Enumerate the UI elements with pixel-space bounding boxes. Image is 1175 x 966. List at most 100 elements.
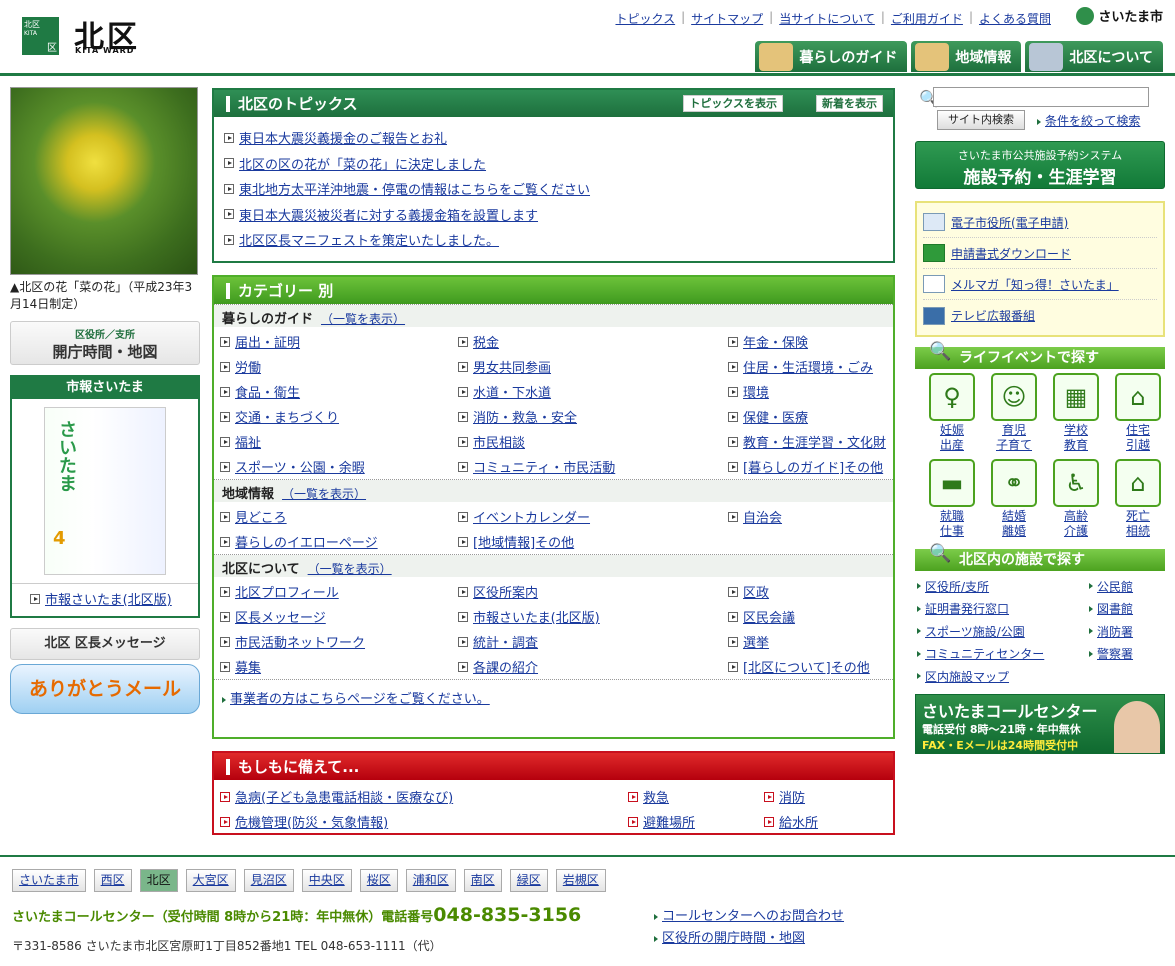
category-link[interactable]: 各課の紹介 <box>458 654 728 679</box>
category-link[interactable]: スポーツ・公園・余暇 <box>220 454 458 479</box>
ward-tab[interactable]: 西区 <box>93 869 132 892</box>
office-hours-button[interactable]: 区役所／支所 開庁時間・地図 <box>10 321 200 365</box>
mayor-message-button[interactable]: 北区 区長メッセージ <box>10 628 200 660</box>
list-all-link[interactable]: （一覧を表示） <box>282 487 366 501</box>
facility-link[interactable]: 消防署 <box>1089 620 1167 643</box>
category-link[interactable]: 住居・生活環境・ごみ <box>728 354 888 379</box>
category-link[interactable]: 税金 <box>458 329 728 354</box>
category-link[interactable]: 市民活動ネットワーク <box>220 629 458 654</box>
category-link[interactable]: 福祉 <box>220 429 458 454</box>
category-link[interactable]: [北区について]その他 <box>728 654 888 679</box>
category-link[interactable]: 年金・保険 <box>728 329 888 354</box>
thanks-mail-button[interactable]: ありがとうメール <box>10 664 200 714</box>
category-link[interactable]: 届出・証明 <box>220 329 458 354</box>
category-link[interactable]: 交通・まちづくり <box>220 404 458 429</box>
list-item[interactable]: 北区の区の花が「菜の花」に決定しました <box>224 151 893 177</box>
newsletter-link[interactable]: 市報さいたま(北区版) <box>12 583 198 608</box>
facility-link[interactable]: スポーツ施設/公園 <box>917 620 1089 643</box>
show-new-button[interactable]: 新着を表示 <box>816 95 883 112</box>
ward-tab[interactable]: 浦和区 <box>405 869 456 892</box>
facility-link[interactable]: 図書館 <box>1089 598 1167 621</box>
category-link[interactable]: [暮らしのガイド]その他 <box>728 454 888 479</box>
category-link[interactable]: 危機管理(防災・気象情報) <box>220 809 628 834</box>
category-link[interactable]: 消防・救急・安全 <box>458 404 728 429</box>
search-input[interactable] <box>933 87 1149 107</box>
call-center-contact-link[interactable]: コールセンターへのお問合わせ <box>654 905 844 927</box>
facility-link[interactable]: 公民館 <box>1089 575 1167 598</box>
business-link[interactable]: 事業者の方はこちらページをご覧ください。 <box>214 679 893 707</box>
category-link[interactable]: 教育・生涯学習・文化財 <box>728 429 888 454</box>
category-link[interactable]: 給水所 <box>764 809 894 834</box>
show-topics-button[interactable]: トピックスを表示 <box>683 95 783 112</box>
life-event-item[interactable]: ⌂ 死亡 相続 <box>1107 459 1169 539</box>
category-link[interactable]: 統計・調査 <box>458 629 728 654</box>
facility-link[interactable]: 区役所/支所 <box>917 575 1089 598</box>
facility-link[interactable]: 区内施設マップ <box>917 665 1089 688</box>
category-link[interactable]: 水道・下水道 <box>458 379 728 404</box>
ward-tab[interactable]: 岩槻区 <box>555 869 606 892</box>
list-item[interactable]: 北区区長マニフェストを策定いたしました。 <box>224 227 893 253</box>
category-link[interactable]: 暮らしのイエローページ <box>220 529 458 554</box>
list-item[interactable]: 東日本大震災被災者に対する義援金箱を設置します <box>224 202 893 228</box>
life-event-item[interactable]: ♀ 妊娠 出産 <box>921 373 983 453</box>
category-link[interactable]: コミュニティ・市民活動 <box>458 454 728 479</box>
ward-tab[interactable]: 大宮区 <box>185 869 236 892</box>
category-link[interactable]: 見どころ <box>220 504 458 529</box>
kita-ward-logo[interactable]: 北区 KITA 区 <box>22 17 59 55</box>
form-download-link[interactable]: 申請書式ダウンロード <box>923 238 1157 269</box>
category-link[interactable]: 消防 <box>764 784 894 809</box>
category-link[interactable]: 男女共同参画 <box>458 354 728 379</box>
life-event-item[interactable]: ⌂ 住宅 引越 <box>1107 373 1169 453</box>
category-link[interactable]: 自治会 <box>728 504 888 529</box>
category-link[interactable]: [地域情報]その他 <box>458 529 728 554</box>
ward-tab[interactable]: 緑区 <box>509 869 548 892</box>
life-event-item[interactable]: ▦ 学校 教育 <box>1045 373 1107 453</box>
advanced-search-link[interactable]: 条件を絞って検索 <box>1037 112 1140 129</box>
category-link[interactable]: 環境 <box>728 379 888 404</box>
ward-tab[interactable]: 北区 <box>139 869 178 892</box>
category-link[interactable]: 市民相談 <box>458 429 728 454</box>
ward-tab[interactable]: 中央区 <box>301 869 352 892</box>
life-event-item[interactable]: ⚭ 結婚 離婚 <box>983 459 1045 539</box>
category-link[interactable]: 区政 <box>728 579 888 604</box>
category-link[interactable]: イベントカレンダー <box>458 504 728 529</box>
category-link[interactable]: 急病(子ども急患電話相談・医療なび) <box>220 784 628 809</box>
category-link[interactable]: 避難場所 <box>628 809 764 834</box>
util-guide[interactable]: ご利用ガイド <box>891 10 963 27</box>
saitama-city-link[interactable]: さいたま市 <box>1076 6 1163 25</box>
util-sitemap[interactable]: サイトマップ <box>691 10 763 27</box>
nav-life-guide[interactable]: 暮らしのガイド <box>755 41 908 72</box>
ward-tab[interactable]: 南区 <box>463 869 502 892</box>
list-all-link[interactable]: （一覧を表示） <box>308 562 392 576</box>
category-link[interactable]: 保健・医療 <box>728 404 888 429</box>
life-event-item[interactable]: ♿ 高齢 介護 <box>1045 459 1107 539</box>
category-link[interactable]: 救急 <box>628 784 764 809</box>
life-event-item[interactable]: ☺ 育児 子育て <box>983 373 1045 453</box>
category-link[interactable]: 食品・衛生 <box>220 379 458 404</box>
category-link[interactable]: 北区プロフィール <box>220 579 458 604</box>
tv-program-link[interactable]: テレビ広報番組 <box>923 300 1157 331</box>
category-link[interactable]: 区役所案内 <box>458 579 728 604</box>
category-link[interactable]: 市報さいたま(北区版) <box>458 604 728 629</box>
office-hours-map-link[interactable]: 区役所の開庁時間・地図 <box>654 927 844 949</box>
mail-magazine-link[interactable]: メルマガ「知っ得！さいたま」 <box>923 269 1157 300</box>
ward-tab[interactable]: 見沼区 <box>243 869 294 892</box>
category-link[interactable]: 区民会議 <box>728 604 888 629</box>
util-topics[interactable]: トピックス <box>615 10 675 27</box>
facility-link[interactable]: コミュニティセンター <box>917 643 1089 666</box>
category-link[interactable]: 募集 <box>220 654 458 679</box>
category-link[interactable]: 選挙 <box>728 629 888 654</box>
facility-link[interactable]: 警察署 <box>1089 643 1167 666</box>
facility-link[interactable]: 証明書発行窓口 <box>917 598 1089 621</box>
newsletter-cover[interactable]: さいたま 4 <box>44 407 166 575</box>
life-event-item[interactable]: ▬ 就職 仕事 <box>921 459 983 539</box>
call-center-banner[interactable]: さいたまコールセンター 電話受付 8時〜21時・年中無休 FAX・Eメールは24… <box>915 693 1165 754</box>
util-about-site[interactable]: 当サイトについて <box>779 10 875 27</box>
category-link[interactable]: 労働 <box>220 354 458 379</box>
ward-tab[interactable]: 桜区 <box>359 869 398 892</box>
search-button[interactable]: サイト内検索 <box>937 110 1025 130</box>
ward-tab[interactable]: さいたま市 <box>12 869 86 892</box>
nav-about-kita[interactable]: 北区について <box>1025 41 1163 72</box>
category-link[interactable]: 区長メッセージ <box>220 604 458 629</box>
list-all-link[interactable]: （一覧を表示） <box>321 312 405 326</box>
